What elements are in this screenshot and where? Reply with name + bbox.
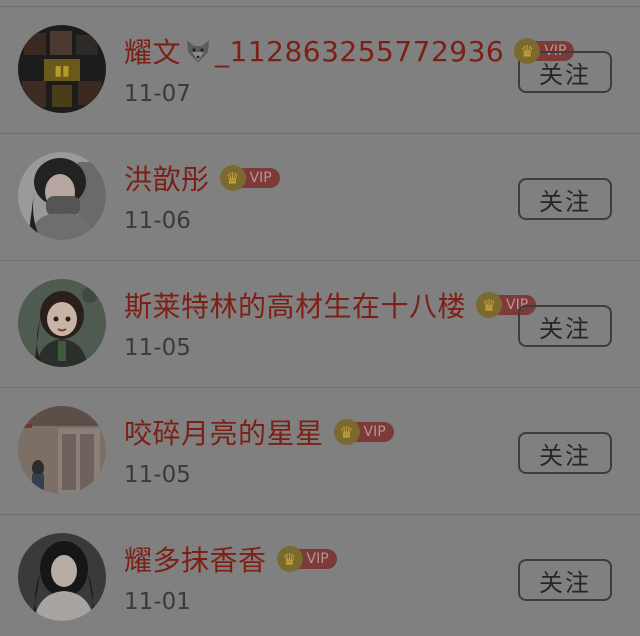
vip-badge: ♛ VIP (219, 165, 280, 191)
avatar[interactable] (18, 533, 106, 621)
follow-button[interactable]: 关注 (518, 432, 612, 474)
username-line: 耀文 _112863255772936 ♛ VIP (124, 31, 575, 71)
avatar[interactable]: ▮▮ (18, 25, 106, 113)
avatar[interactable] (18, 406, 106, 494)
vip-badge: ♛ VIP (333, 419, 394, 445)
crown-icon: ♛ (276, 546, 303, 572)
svg-text:▮▮: ▮▮ (54, 63, 69, 79)
follow-date: 11-06 (124, 208, 191, 234)
wolf-emoji-icon (187, 40, 210, 63)
username[interactable]: 咬碎月亮的星星 (124, 412, 324, 452)
username[interactable]: 耀文 (124, 31, 181, 71)
username-line: 斯莱特林的高材生在十八楼 ♛ VIP (124, 285, 537, 325)
avatar[interactable] (18, 279, 106, 367)
follow-date: 11-01 (124, 589, 191, 615)
list-item[interactable]: 斯莱特林的高材生在十八楼 ♛ VIP 11-05 关注 (0, 261, 640, 388)
username-line: 咬碎月亮的星星 ♛ VIP (124, 412, 394, 452)
follow-button[interactable]: 关注 (518, 305, 612, 347)
crown-icon: ♛ (333, 419, 360, 445)
username[interactable]: 斯莱特林的高材生在十八楼 (124, 285, 466, 325)
username[interactable]: 耀多抹香香 (124, 539, 267, 579)
follow-date: 11-07 (124, 81, 191, 107)
follow-date: 11-05 (124, 335, 191, 361)
list-item[interactable]: ▮▮ 耀文 _112863255772936 ♛ VIP 11-07 关注 (0, 7, 640, 134)
avatar[interactable] (18, 152, 106, 240)
crown-icon: ♛ (476, 292, 503, 318)
follow-date: 11-05 (124, 462, 191, 488)
follow-button[interactable]: 关注 (518, 178, 612, 220)
follow-button[interactable]: 关注 (518, 559, 612, 601)
username-suffix[interactable]: _112863255772936 (215, 35, 504, 68)
vip-badge: ♛ VIP (276, 546, 337, 572)
username-line: 耀多抹香香 ♛ VIP (124, 539, 337, 579)
list-item[interactable]: 耀多抹香香 ♛ VIP 11-01 关注 (0, 515, 640, 636)
username-line: 洪歆彤 ♛ VIP (124, 158, 280, 198)
follower-list: ▮▮ 耀文 _112863255772936 ♛ VIP 11-07 关注 洪歆… (0, 0, 640, 636)
username[interactable]: 洪歆彤 (124, 158, 210, 198)
list-item[interactable]: 咬碎月亮的星星 ♛ VIP 11-05 关注 (0, 388, 640, 515)
crown-icon: ♛ (219, 165, 246, 191)
list-item[interactable]: 洪歆彤 ♛ VIP 11-06 关注 (0, 134, 640, 261)
